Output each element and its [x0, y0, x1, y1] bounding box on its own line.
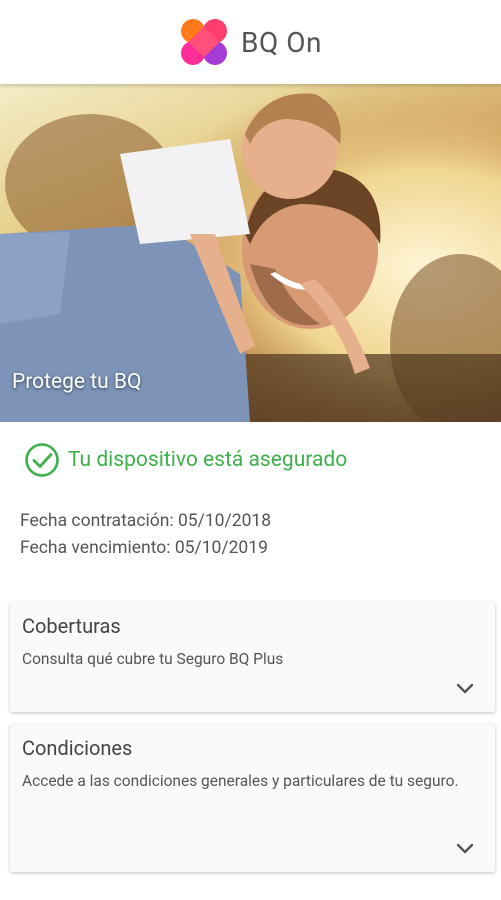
app-header: BQ On — [0, 0, 501, 84]
check-circle-icon — [25, 443, 59, 477]
coverage-title: Coberturas — [22, 614, 121, 638]
hero-banner[interactable]: Protege tu BQ — [0, 84, 501, 422]
insurance-status: Tu dispositivo está asegurado — [24, 442, 347, 478]
expiry-date: Fecha vencimiento: 05/10/2019 — [20, 538, 268, 558]
conditions-title: Condiciones — [22, 736, 133, 760]
chevron-down-icon[interactable] — [455, 842, 475, 856]
conditions-card[interactable]: Condiciones Accede a las condiciones gen… — [10, 724, 495, 872]
policy-dates: Fecha contratación: 05/10/2018 Fecha ven… — [20, 508, 271, 562]
coverage-description: Consulta qué cubre tu Seguro BQ Plus — [22, 650, 284, 668]
conditions-description: Accede a las condiciones generales y par… — [22, 772, 459, 790]
hero-caption: Protege tu BQ — [12, 370, 142, 394]
bq-on-logo-icon — [181, 19, 228, 65]
chevron-down-icon[interactable] — [455, 682, 475, 696]
app-title: BQ On — [241, 25, 322, 59]
status-text: Tu dispositivo está asegurado — [68, 448, 348, 472]
contract-date: Fecha contratación: 05/10/2018 — [20, 511, 272, 531]
coverage-card[interactable]: Coberturas Consulta qué cubre tu Seguro … — [10, 602, 495, 712]
